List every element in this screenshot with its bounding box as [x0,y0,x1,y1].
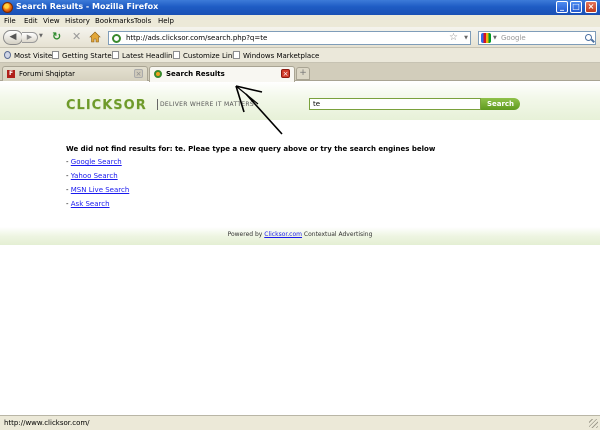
logo-divider [157,99,158,110]
status-text: http://www.clicksor.com/ [4,419,90,427]
list-item: - Yahoo Search [66,172,118,180]
site-favicon-icon [112,34,121,43]
bookmark-label: Windows Marketplace [243,52,320,60]
feed-icon [112,51,119,59]
history-dropdown-icon[interactable]: ▼ [39,33,43,39]
tab-search-results[interactable]: Search Results × [149,66,295,82]
back-button[interactable]: ◀ [3,30,23,45]
browser-search-placeholder[interactable]: Google [501,34,526,42]
window-title: Search Results - Mozilla Firefox [16,2,159,11]
footer-prefix: Powered by [227,231,265,238]
engine-dropdown-icon[interactable]: ▼ [493,35,497,41]
back-arrow-icon: ◀ [9,32,17,42]
firefox-window: Search Results - Mozilla Firefox _ □ × F… [0,0,600,430]
tab-label: Search Results [166,70,225,78]
most-visited-icon [4,51,11,59]
ask-search-link[interactable]: Ask Search [71,200,110,208]
page-search-button[interactable]: Search [481,98,520,110]
clicksor-favicon-icon [154,70,162,78]
bookmark-windows-marketplace[interactable]: Windows Marketplace [233,51,319,60]
title-bar: Search Results - Mozilla Firefox _ □ × [0,0,600,15]
menu-bookmarks[interactable]: Bookmarks [95,17,134,25]
list-item: - Google Search [66,158,122,166]
tab-close-icon[interactable]: × [281,69,290,78]
bookmark-label: Most Visited [14,52,57,60]
menu-history[interactable]: History [65,17,90,25]
footer-text: Powered by Clicksor.com Contextual Adver… [0,231,600,238]
yahoo-search-link[interactable]: Yahoo Search [71,172,118,180]
list-item: - MSN Live Search [66,186,129,194]
page-icon [173,51,180,59]
annotation-arrow [235,85,283,135]
maximize-button[interactable]: □ [570,1,582,13]
minimize-button[interactable]: _ [556,1,568,13]
browser-search-box[interactable]: ▼ Google [478,31,596,45]
url-dropdown-icon[interactable]: ▼ [464,35,468,41]
forward-button[interactable]: ▶ [22,32,38,43]
tab-strip: F Forumi Shqiptar × Search Results × + [0,63,600,82]
page-header: CLICKSOR DELIVER WHERE IT MATTERS te Sea… [0,82,600,120]
clicksor-link[interactable]: Clicksor.com [264,231,302,238]
tab-close-icon[interactable]: × [134,69,143,78]
forward-arrow-icon: ▶ [26,33,33,41]
forum-favicon-icon: F [7,70,15,78]
list-item: - Ask Search [66,200,110,208]
new-tab-button[interactable]: + [296,67,310,80]
navigation-toolbar: ◀ ▶ ▼ ↻ ✕ http://ads.clicksor.com/search… [0,27,600,48]
menu-view[interactable]: View [43,17,60,25]
msn-live-search-link[interactable]: MSN Live Search [71,186,130,194]
bookmark-label: Latest Headlines [122,52,181,60]
tab-forumi-shqiptar[interactable]: F Forumi Shqiptar × [2,66,148,81]
bookmark-star-icon[interactable]: ☆ [449,32,458,44]
firefox-icon [2,2,13,13]
bookmark-label: Customize Links [183,52,240,60]
footer-suffix: Contextual Advertising [302,231,373,238]
page-icon [52,51,59,59]
stop-icon[interactable]: ✕ [72,30,81,44]
bookmark-latest-headlines[interactable]: Latest Headlines [112,51,180,60]
clicksor-logo[interactable]: CLICKSOR [66,98,147,113]
menu-help[interactable]: Help [158,17,174,25]
page-content: CLICKSOR DELIVER WHERE IT MATTERS te Sea… [0,82,600,415]
tab-label: Forumi Shqiptar [19,70,75,78]
menu-file[interactable]: File [4,17,16,25]
bookmark-label: Getting Started [62,52,117,60]
bookmark-most-visited[interactable]: Most Visited [4,51,57,60]
page-search-input[interactable]: te [309,98,481,110]
bookmarks-toolbar: Most Visited Getting Started Latest Head… [0,48,600,63]
home-icon[interactable] [89,31,101,43]
status-bar: http://www.clicksor.com/ [0,415,600,430]
resize-grip[interactable] [589,419,598,428]
google-icon[interactable] [481,33,491,43]
page-icon [233,51,240,59]
bookmark-getting-started[interactable]: Getting Started [52,51,116,60]
plus-icon: + [299,68,307,78]
reload-icon[interactable]: ↻ [52,31,61,43]
magnifier-icon[interactable] [585,34,592,41]
close-button[interactable]: × [585,1,597,13]
menu-bar: File Edit View History Bookmarks Tools H… [0,15,600,27]
bookmark-customize-links[interactable]: Customize Links [173,51,240,60]
google-search-link[interactable]: Google Search [71,158,122,166]
page-footer: Powered by Clicksor.com Contextual Adver… [0,227,600,245]
no-results-message: We did not find results for: te. Pleae t… [66,145,436,153]
menu-tools[interactable]: Tools [134,17,151,25]
menu-edit[interactable]: Edit [24,17,38,25]
url-text[interactable]: http://ads.clicksor.com/search.php?q=te [126,34,267,42]
url-bar[interactable]: http://ads.clicksor.com/search.php?q=te … [108,31,471,45]
